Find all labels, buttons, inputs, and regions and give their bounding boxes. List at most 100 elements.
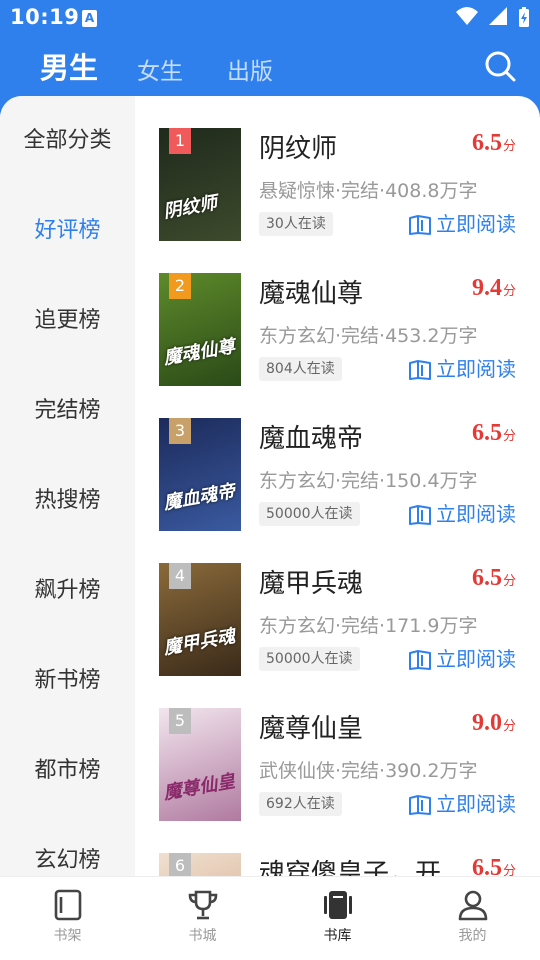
score-value: 9.0 bbox=[471, 710, 502, 736]
nav-profile[interactable]: 我的 bbox=[405, 889, 540, 945]
book-item[interactable]: 魔魂仙尊 2 魔魂仙尊 9.4分 东方玄幻·完结·453.2万字 804人在读 … bbox=[135, 273, 540, 393]
book-open-icon bbox=[409, 360, 431, 380]
book-title[interactable]: 魔甲兵魂 bbox=[259, 563, 363, 600]
book-title[interactable]: 魔尊仙皇 bbox=[259, 708, 363, 745]
book-item[interactable]: 6 魂穿傻皇子，开 6.5分 bbox=[135, 853, 540, 876]
sidebar-item-completed[interactable]: 完结榜 bbox=[0, 381, 135, 441]
sidebar-item-rising[interactable]: 飙升榜 bbox=[0, 561, 135, 621]
search-icon[interactable] bbox=[484, 50, 516, 82]
nav-label: 书库 bbox=[323, 928, 352, 944]
sidebar-item-most-followed[interactable]: 追更榜 bbox=[0, 291, 135, 351]
book-score: 9.0分 bbox=[472, 710, 516, 737]
app-notification-icon: A bbox=[82, 10, 97, 27]
reader-count-badge: 30人在读 bbox=[259, 212, 333, 236]
tab-female[interactable]: 女生 bbox=[137, 52, 183, 86]
book-score: 6.5分 bbox=[472, 855, 516, 876]
tab-male[interactable]: 男生 bbox=[40, 45, 98, 87]
rank-badge: 2 bbox=[169, 273, 191, 299]
read-now-button[interactable]: 立即阅读 bbox=[408, 789, 516, 819]
book-item[interactable]: 阴纹师 1 阴纹师 6.5分 悬疑惊悚·完结·408.8万字 30人在读 立即阅… bbox=[135, 128, 540, 248]
nav-bookstore[interactable]: 书城 bbox=[135, 889, 270, 945]
read-now-button[interactable]: 立即阅读 bbox=[408, 209, 516, 239]
sidebar-item-all-categories[interactable]: 全部分类 bbox=[0, 111, 135, 171]
score-unit: 分 bbox=[502, 429, 516, 444]
book-cover[interactable]: 魔甲兵魂 4 bbox=[159, 563, 241, 676]
read-now-label: 立即阅读 bbox=[436, 212, 516, 236]
book-item[interactable]: 魔甲兵魂 4 魔甲兵魂 6.5分 东方玄幻·完结·171.9万字 50000人在… bbox=[135, 563, 540, 683]
read-now-label: 立即阅读 bbox=[436, 357, 516, 381]
book-open-icon bbox=[409, 505, 431, 525]
read-now-label: 立即阅读 bbox=[436, 502, 516, 526]
reader-count-badge: 692人在读 bbox=[259, 792, 342, 816]
sidebar-item-new-books[interactable]: 新书榜 bbox=[0, 651, 135, 711]
nav-label: 我的 bbox=[458, 928, 487, 944]
signal-icon bbox=[488, 7, 507, 25]
cover-title: 魔血魂帝 bbox=[161, 480, 237, 515]
sidebar-item-urban[interactable]: 都市榜 bbox=[0, 741, 135, 801]
book-meta: 东方玄幻·完结·171.9万字 bbox=[259, 615, 478, 637]
book-cover[interactable]: 魔血魂帝 3 bbox=[159, 418, 241, 531]
read-now-button[interactable]: 立即阅读 bbox=[408, 644, 516, 674]
reader-count-badge: 50000人在读 bbox=[259, 647, 360, 671]
bottom-navigation: 书架 书城 书库 我的 bbox=[0, 876, 540, 960]
status-bar: 10:19 A bbox=[0, 0, 540, 36]
profile-icon bbox=[458, 890, 487, 921]
book-open-icon bbox=[409, 650, 431, 670]
book-ranking-list: 阴纹师 1 阴纹师 6.5分 悬疑惊悚·完结·408.8万字 30人在读 立即阅… bbox=[135, 96, 540, 876]
read-now-label: 立即阅读 bbox=[436, 647, 516, 671]
wifi-icon bbox=[455, 7, 478, 25]
book-title[interactable]: 阴纹师 bbox=[259, 128, 337, 165]
book-score: 9.4分 bbox=[472, 275, 516, 302]
library-icon bbox=[323, 891, 352, 919]
read-now-button[interactable]: 立即阅读 bbox=[408, 499, 516, 529]
book-title[interactable]: 魔血魂帝 bbox=[259, 418, 363, 455]
reader-count-badge: 50000人在读 bbox=[259, 502, 360, 526]
sidebar-item-top-rated[interactable]: 好评榜 bbox=[0, 201, 135, 261]
book-score: 6.5分 bbox=[472, 130, 516, 157]
book-title[interactable]: 魔魂仙尊 bbox=[259, 273, 363, 310]
book-meta: 武侠仙侠·完结·390.2万字 bbox=[259, 760, 478, 782]
score-value: 6.5 bbox=[471, 420, 502, 446]
book-score: 6.5分 bbox=[472, 565, 516, 592]
cover-title: 阴纹师 bbox=[161, 192, 219, 223]
book-score: 6.5分 bbox=[472, 420, 516, 447]
score-unit: 分 bbox=[502, 284, 516, 299]
book-item[interactable]: 魔尊仙皇 5 魔尊仙皇 9.0分 武侠仙侠·完结·390.2万字 692人在读 … bbox=[135, 708, 540, 828]
nav-label: 书架 bbox=[53, 928, 82, 944]
tab-publish[interactable]: 出版 bbox=[227, 52, 273, 86]
score-value: 9.4 bbox=[471, 275, 502, 301]
rank-badge: 5 bbox=[169, 708, 191, 734]
cover-title: 魔甲兵魂 bbox=[161, 625, 237, 660]
score-value: 6.5 bbox=[471, 130, 502, 156]
bookshelf-icon bbox=[54, 889, 81, 921]
book-meta: 东方玄幻·完结·453.2万字 bbox=[259, 325, 478, 347]
rank-badge: 1 bbox=[169, 128, 191, 154]
sidebar-item-fantasy[interactable]: 玄幻榜 bbox=[0, 831, 135, 876]
book-cover[interactable]: 魔魂仙尊 2 bbox=[159, 273, 241, 386]
nav-bookshelf[interactable]: 书架 bbox=[0, 889, 135, 945]
book-item[interactable]: 魔血魂帝 3 魔血魂帝 6.5分 东方玄幻·完结·150.4万字 50000人在… bbox=[135, 418, 540, 538]
book-open-icon bbox=[409, 795, 431, 815]
sidebar-item-hot-search[interactable]: 热搜榜 bbox=[0, 471, 135, 531]
book-meta: 悬疑惊悚·完结·408.8万字 bbox=[259, 180, 478, 202]
book-title[interactable]: 魂穿傻皇子，开 bbox=[259, 853, 441, 876]
main-content: 全部分类 好评榜 追更榜 完结榜 热搜榜 飙升榜 新书榜 都市榜 玄幻榜 阴纹师… bbox=[0, 96, 540, 876]
book-cover[interactable]: 魔尊仙皇 5 bbox=[159, 708, 241, 821]
score-unit: 分 bbox=[502, 574, 516, 589]
book-cover[interactable]: 6 bbox=[159, 853, 241, 876]
rank-badge: 3 bbox=[169, 418, 191, 444]
category-sidebar: 全部分类 好评榜 追更榜 完结榜 热搜榜 飙升榜 新书榜 都市榜 玄幻榜 bbox=[0, 96, 135, 876]
nav-library[interactable]: 书库 bbox=[270, 889, 405, 945]
nav-label: 书城 bbox=[188, 928, 217, 944]
cover-title: 魔尊仙皇 bbox=[161, 770, 237, 805]
score-value: 6.5 bbox=[471, 565, 502, 591]
score-unit: 分 bbox=[502, 864, 516, 876]
cover-title: 魔魂仙尊 bbox=[161, 335, 237, 370]
book-cover[interactable]: 阴纹师 1 bbox=[159, 128, 241, 241]
top-tabs: 男生 女生 出版 bbox=[0, 40, 540, 92]
book-open-icon bbox=[409, 215, 431, 235]
reader-count-badge: 804人在读 bbox=[259, 357, 342, 381]
read-now-button[interactable]: 立即阅读 bbox=[408, 354, 516, 384]
score-unit: 分 bbox=[502, 719, 516, 734]
score-value: 6.5 bbox=[471, 855, 502, 876]
